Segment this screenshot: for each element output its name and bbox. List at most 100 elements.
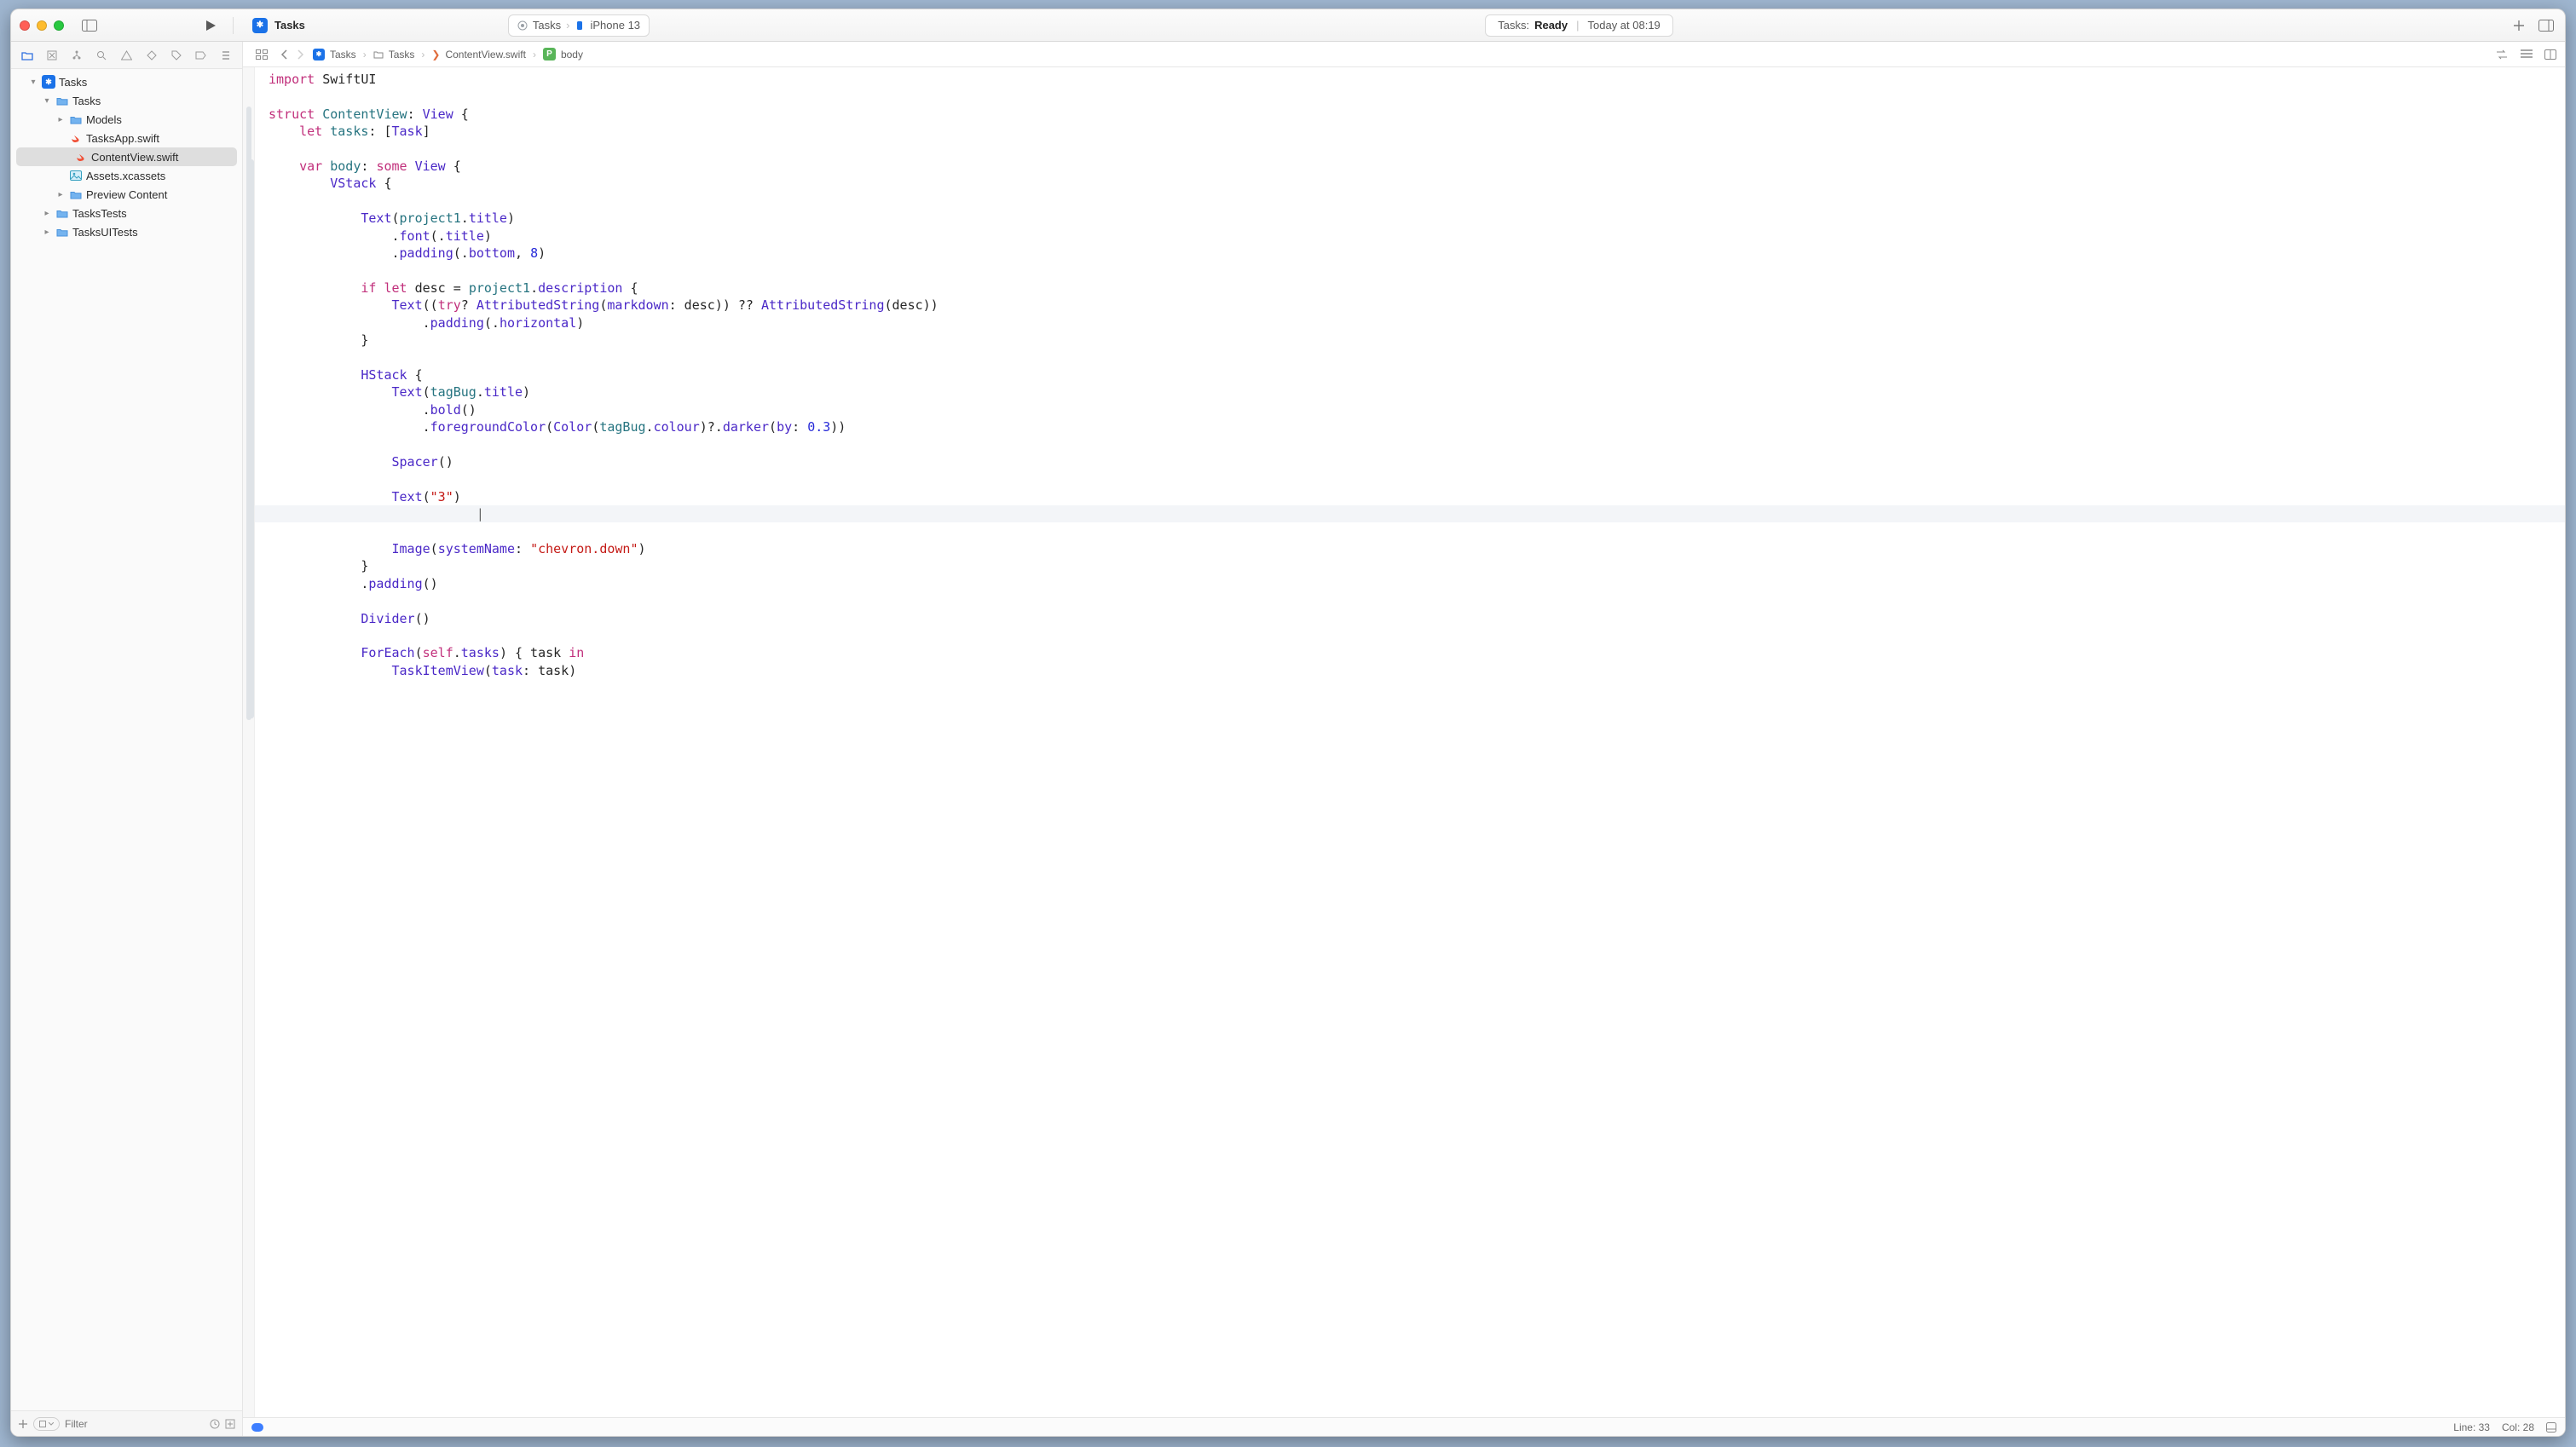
tree-item[interactable]: TasksApp.swift — [11, 129, 242, 147]
editor-layout-button[interactable] — [2544, 49, 2556, 60]
report-navigator-tab[interactable] — [218, 50, 234, 61]
chevron-down-icon — [49, 1422, 54, 1426]
zoom-icon[interactable] — [54, 20, 64, 31]
square-x-icon — [47, 50, 57, 61]
tag-icon — [171, 50, 182, 61]
project-title: ✱ Tasks — [252, 18, 305, 33]
status-divider: | — [1573, 19, 1582, 32]
jump-bar: ✱ Tasks › Tasks › ❯ ContentView.swift › … — [243, 42, 2565, 67]
nav-back-button[interactable] — [280, 49, 288, 60]
tree-item[interactable]: ▾ Tasks — [11, 91, 242, 110]
recent-filter-button[interactable] — [210, 1419, 220, 1429]
tree-item[interactable]: ▸Models — [11, 110, 242, 129]
tree-item-label: TasksApp.swift — [86, 132, 159, 145]
add-editor-icon — [2544, 49, 2556, 60]
hierarchy-icon — [72, 50, 82, 61]
diamond-icon — [147, 50, 157, 61]
chevron-right-icon: › — [531, 49, 538, 61]
navigator-filter — [11, 1410, 242, 1436]
related-items-button[interactable] — [251, 45, 272, 64]
project-navigator-tab[interactable] — [20, 50, 35, 61]
test-navigator-tab[interactable] — [144, 50, 159, 61]
source-editor[interactable]: import SwiftUI struct ContentView: View … — [243, 67, 2565, 1417]
add-button[interactable] — [2509, 16, 2529, 35]
tree-item[interactable]: ▸ TasksTests — [11, 204, 242, 222]
find-navigator-tab[interactable] — [94, 50, 109, 61]
disclosure-icon[interactable]: ▸ — [55, 190, 66, 199]
run-button[interactable] — [200, 16, 221, 35]
app-icon: ✱ — [313, 49, 325, 61]
minimize-icon[interactable] — [37, 20, 47, 31]
tree-item-label: TasksTests — [72, 207, 127, 220]
source-control-tab[interactable] — [44, 50, 60, 61]
disclosure-icon[interactable]: ▸ — [42, 209, 52, 218]
fold-gutter[interactable] — [243, 67, 255, 1417]
tree-item-label: TasksUITests — [72, 226, 138, 239]
cursor-line-label: Line: 33 — [2453, 1421, 2490, 1433]
close-icon[interactable] — [20, 20, 30, 31]
status-bar: Line: 33 Col: 28 — [243, 1417, 2565, 1436]
tree-item-label: Preview Content — [86, 188, 167, 201]
folder-icon — [21, 50, 33, 61]
folder-icon — [69, 115, 83, 124]
swift-icon — [69, 132, 83, 144]
navigator-tabs — [11, 42, 242, 69]
tree-item[interactable]: ▸ Preview Content — [11, 185, 242, 204]
grid-icon — [256, 49, 268, 60]
sidebar-left-toggle-button[interactable] — [79, 16, 100, 35]
tree-item-label: Tasks — [72, 95, 101, 107]
scheme-selector[interactable]: Tasks › iPhone 13 — [508, 14, 650, 37]
panel-icon — [2546, 1422, 2556, 1433]
fold-ribbon[interactable] — [249, 159, 254, 718]
library-button[interactable] — [2536, 16, 2556, 35]
disclosure-icon[interactable]: ▸ — [42, 228, 52, 237]
chevron-right-icon: › — [361, 49, 368, 61]
minimap-toggle-button[interactable] — [2546, 1422, 2556, 1433]
scope-icon — [39, 1421, 46, 1427]
target-icon — [517, 20, 528, 31]
swift-icon — [74, 151, 88, 163]
plus-icon — [2513, 20, 2525, 32]
navigator: ▾ ✱ Tasks ▾ Tasks ▸Models TasksApp.swift Conten… — [11, 42, 243, 1436]
symbol-navigator-tab[interactable] — [69, 50, 84, 61]
navigator-tree[interactable]: ▾ ✱ Tasks ▾ Tasks ▸Models TasksApp.swift Conten… — [11, 69, 242, 1410]
breakpoint-navigator-tab[interactable] — [193, 51, 209, 60]
debug-indicator[interactable] — [251, 1423, 263, 1432]
nav-forward-button[interactable] — [297, 49, 304, 60]
filter-scope-button[interactable] — [33, 1417, 60, 1431]
scm-filter-button[interactable] — [225, 1419, 235, 1429]
disclosure-icon[interactable]: ▾ — [28, 78, 38, 87]
project-icon: ✱ — [42, 75, 55, 89]
tree-item-label: ContentView.swift — [91, 151, 178, 164]
lines-icon — [2521, 49, 2533, 58]
tree-item[interactable]: ▸ TasksUITests — [11, 222, 242, 241]
tree-item[interactable]: Assets.xcassets — [11, 166, 242, 185]
titlebar: ✱ Tasks Tasks › iPhone 13 Tasks: Ready |… — [11, 9, 2565, 42]
play-icon — [205, 20, 217, 32]
disclosure-icon[interactable]: ▸ — [55, 115, 66, 124]
disclosure-icon[interactable]: ▾ — [42, 96, 52, 106]
breadcrumb[interactable]: ✱ Tasks › Tasks › ❯ ContentView.swift › … — [313, 48, 583, 61]
clock-icon — [210, 1419, 220, 1429]
crumb-folder: Tasks — [389, 49, 415, 61]
project-title-label: Tasks — [274, 19, 305, 32]
tree-item-selected[interactable]: ContentView.swift — [16, 147, 237, 166]
scheme-separator: › — [566, 19, 569, 32]
tree-item-label: Tasks — [59, 76, 87, 89]
add-target-button[interactable] — [18, 1419, 28, 1429]
plus-square-icon — [225, 1419, 235, 1429]
device-icon — [575, 20, 585, 31]
status-time: Today at 08:19 — [1588, 19, 1661, 32]
chevron-left-icon — [280, 49, 288, 60]
adjust-editor-button[interactable] — [2521, 49, 2533, 60]
filter-input[interactable] — [65, 1418, 205, 1430]
review-changes-button[interactable] — [2495, 49, 2509, 60]
xcode-window: ✱ Tasks Tasks › iPhone 13 Tasks: Ready |… — [10, 9, 2566, 1437]
code-text: import SwiftUI struct ContentView: View … — [243, 67, 2565, 713]
current-line-highlight — [255, 505, 2565, 522]
tree-item[interactable]: ▾ ✱ Tasks — [11, 72, 242, 91]
activity-status: Tasks: Ready | Today at 08:19 — [1485, 14, 1673, 37]
issue-navigator-tab[interactable] — [119, 50, 135, 61]
debug-navigator-tab[interactable] — [169, 50, 184, 61]
folder-icon — [69, 190, 83, 199]
